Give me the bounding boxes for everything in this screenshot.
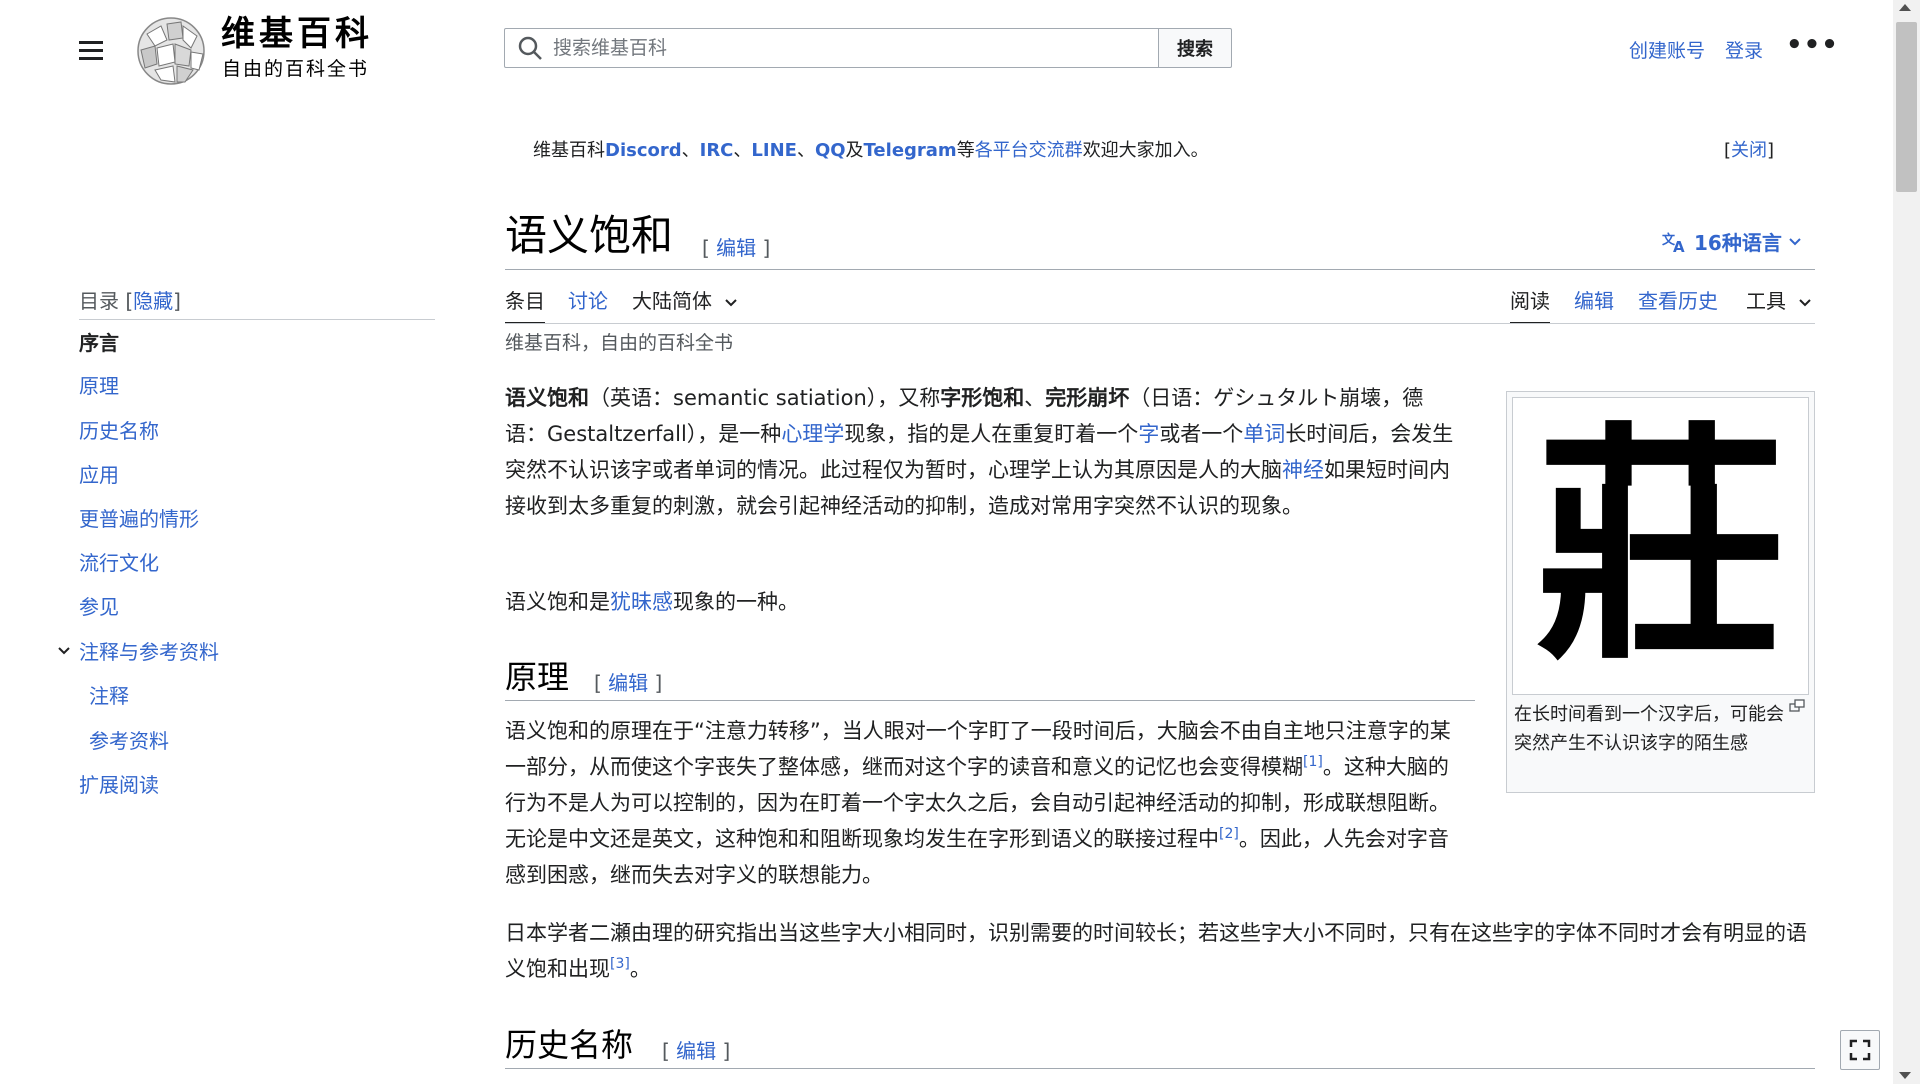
translate-icon: 文 A bbox=[1662, 232, 1685, 253]
character-link[interactable]: 字 bbox=[1138, 422, 1159, 446]
section-heading-principle: 原理 bbox=[505, 658, 570, 696]
reference-link[interactable]: [2] bbox=[1219, 826, 1239, 842]
tab-article[interactable]: 条目 bbox=[505, 288, 545, 324]
toc-item-applications[interactable]: 应用 bbox=[79, 462, 119, 488]
svg-text:A: A bbox=[1673, 238, 1685, 253]
notice-qq-link[interactable]: QQ bbox=[815, 140, 846, 161]
notice-discord-link[interactable]: Discord bbox=[605, 140, 682, 161]
toc-title: 目录 [隐藏] bbox=[79, 289, 181, 313]
wordmark[interactable]: 维基百科 bbox=[221, 14, 373, 54]
principle-paragraph: 语义饱和的原理在于“注意力转移”，当人眼对一个字盯了一段时间后，大脑会不由自主地… bbox=[505, 719, 1451, 887]
toc-item-notes[interactable]: 注释 bbox=[89, 683, 129, 709]
thumbnail-caption: 在长时间看到一个汉字后，可能会突然产生不认识该字的陌生感 bbox=[1514, 704, 1784, 754]
toc-item-see-also[interactable]: 参见 bbox=[79, 594, 119, 620]
create-account-link[interactable]: 创建账号 bbox=[1629, 36, 1705, 63]
intro-paragraph-2: 语义饱和是犹昧感现象的一种。 bbox=[505, 590, 799, 614]
toc-item-notes-references[interactable]: 注释与参考资料 bbox=[79, 639, 219, 665]
tab-tools[interactable]: 工具 bbox=[1746, 288, 1812, 314]
thumbnail-image[interactable]: 莊 bbox=[1512, 397, 1809, 695]
toc-item-popular-culture[interactable]: 流行文化 bbox=[79, 550, 159, 576]
chevron-down-icon bbox=[725, 299, 738, 307]
search-icon bbox=[518, 36, 542, 60]
notice-close: [关闭] bbox=[1724, 140, 1775, 161]
fullscreen-icon bbox=[1849, 1039, 1871, 1061]
nerve-link[interactable]: 神经 bbox=[1282, 458, 1324, 482]
notice-telegram-link[interactable]: Telegram bbox=[864, 140, 957, 161]
tabs-divider bbox=[505, 323, 1815, 324]
title-divider bbox=[505, 269, 1815, 270]
tab-read[interactable]: 阅读 bbox=[1510, 288, 1550, 324]
tagline: 自由的百科全书 bbox=[222, 58, 370, 80]
tab-history[interactable]: 查看历史 bbox=[1638, 288, 1718, 314]
site-subtitle: 维基百科，自由的百科全书 bbox=[505, 332, 734, 354]
toc-item-principle[interactable]: 原理 bbox=[79, 373, 119, 399]
scrollbar-thumb[interactable] bbox=[1896, 22, 1917, 192]
reference-link[interactable]: [1] bbox=[1303, 754, 1323, 770]
section-edit-link[interactable]: 编辑 bbox=[676, 1039, 716, 1063]
toc-hide-link[interactable]: 隐藏 bbox=[133, 289, 173, 313]
tab-language-variant[interactable]: 大陆简体 bbox=[632, 288, 738, 314]
section-divider bbox=[505, 1068, 1815, 1069]
title-edit-section: [ 编辑 ] bbox=[702, 236, 771, 260]
main-menu-button[interactable] bbox=[72, 32, 110, 68]
toc-item-references[interactable]: 参考资料 bbox=[89, 728, 169, 754]
psychology-link[interactable]: 心理学 bbox=[781, 422, 844, 446]
more-options-button[interactable]: ••• bbox=[1786, 30, 1839, 60]
scroll-down-arrow-icon[interactable] bbox=[1899, 1072, 1911, 1079]
thumbnail-character: 莊 bbox=[1535, 399, 1786, 693]
site-notice: 维基百科Discord、IRC、LINE、QQ及Telegram等各平台交流群欢… bbox=[533, 140, 1209, 161]
language-button[interactable]: 文 A 16种语言 bbox=[1662, 227, 1802, 256]
scroll-up-arrow-icon[interactable] bbox=[1899, 4, 1911, 11]
toc-item-further-reading[interactable]: 扩展阅读 bbox=[79, 772, 159, 798]
section-edit-principle: [ 编辑 ] bbox=[594, 671, 663, 695]
toc-collapse-chevron-icon[interactable] bbox=[57, 646, 71, 656]
notice-line-link[interactable]: LINE bbox=[751, 140, 797, 161]
search-input[interactable] bbox=[551, 36, 1115, 60]
hamburger-icon bbox=[79, 40, 103, 44]
toc-item-intro[interactable]: 序言 bbox=[79, 330, 119, 356]
title-edit-link[interactable]: 编辑 bbox=[716, 236, 756, 260]
notice-groups-link[interactable]: 各平台交流群 bbox=[975, 140, 1083, 161]
chevron-down-icon bbox=[1789, 237, 1801, 245]
word-link[interactable]: 单词 bbox=[1243, 422, 1285, 446]
page-title: 语义饱和 bbox=[505, 211, 674, 260]
section-heading-history-names: 历史名称 bbox=[505, 1026, 634, 1064]
section-edit-history-names: [ 编辑 ] bbox=[662, 1039, 731, 1063]
intro-paragraph: 语义饱和（英语：semantic satiation），又称字形饱和、完形崩坏（… bbox=[505, 386, 1454, 518]
search-box[interactable] bbox=[504, 28, 1159, 68]
tab-edit[interactable]: 编辑 bbox=[1574, 288, 1614, 314]
wikipedia-globe-logo[interactable] bbox=[133, 14, 210, 86]
login-link[interactable]: 登录 bbox=[1725, 36, 1763, 63]
section-divider bbox=[505, 700, 1475, 701]
research-paragraph: 日本学者二瀬由理的研究指出当这些字大小相同时，识别需要的时间较长；若这些字大小不… bbox=[505, 921, 1807, 981]
tab-talk[interactable]: 讨论 bbox=[568, 288, 608, 314]
toc-item-history-names[interactable]: 历史名称 bbox=[79, 418, 159, 444]
search-button[interactable]: 搜索 bbox=[1158, 28, 1232, 68]
reference-link[interactable]: [3] bbox=[610, 956, 630, 972]
notice-close-link[interactable]: 关闭 bbox=[1731, 140, 1767, 161]
chevron-down-icon bbox=[1799, 299, 1812, 307]
jamais-vu-link[interactable]: 犹昧感 bbox=[610, 590, 673, 614]
language-count: 16种语言 bbox=[1694, 231, 1782, 255]
toc-item-general-cases[interactable]: 更普遍的情形 bbox=[79, 506, 199, 532]
notice-irc-link[interactable]: IRC bbox=[700, 140, 734, 161]
section-edit-link[interactable]: 编辑 bbox=[608, 671, 648, 695]
expand-width-button[interactable] bbox=[1840, 1030, 1880, 1070]
toc-divider bbox=[79, 319, 435, 320]
